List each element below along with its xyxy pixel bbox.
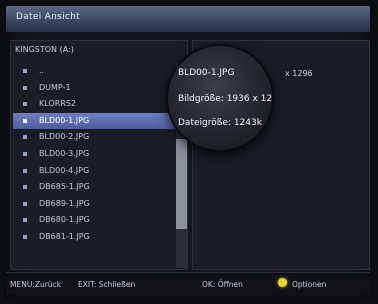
file-list-item[interactable]: DB685-1.JPG: [13, 179, 185, 196]
file-list-item[interactable]: KLORRS2: [13, 96, 185, 113]
file-name-label: BLD00-1.JPG: [178, 68, 235, 78]
file-list-item-label: KLORRS2: [39, 99, 76, 109]
file-list-item-label: BLD00-4.JPG: [39, 165, 90, 175]
file-list-item[interactable]: DB689-1.JPG: [13, 196, 185, 213]
file-list-item-label: DB689-1.JPG: [39, 198, 90, 208]
folder-icon: [23, 85, 27, 90]
magnifier-overlay: BLD00-1.JPG Bildgröße: 1936 x 12 Dateigr…: [168, 46, 272, 150]
file-list-item-label: BLD00-1.JPG: [39, 115, 90, 125]
image-file-icon: [23, 118, 27, 123]
image-file-icon: [23, 151, 27, 156]
image-file-icon: [23, 168, 27, 173]
image-file-icon: [23, 135, 27, 140]
file-list-item[interactable]: BLD00-1.JPG: [13, 112, 191, 130]
image-file-icon: [23, 201, 27, 206]
yellow-button-icon: [278, 278, 287, 287]
scrollbar-thumb[interactable]: [176, 139, 187, 229]
resolution-fragment: x 1296: [285, 69, 313, 78]
file-list-item[interactable]: DUMP-1: [13, 80, 185, 97]
file-list-item-label: BLD00-2.JPG: [39, 132, 90, 142]
file-list-item[interactable]: BLD00-2.JPG: [13, 129, 185, 146]
file-list-item[interactable]: ..: [13, 63, 185, 80]
exit-hint[interactable]: EXIT: Schließen: [78, 280, 135, 289]
file-list-item-label: DUMP-1: [39, 82, 71, 92]
image-file-icon: [23, 185, 27, 190]
file-list-item[interactable]: BLD00-3.JPG: [13, 146, 185, 163]
file-list[interactable]: .. DUMP-1 KLORRS2 BLD00-1.JPG BLD00-2.JPG BLD…: [13, 63, 191, 246]
file-list-panel: KINGSTON (A:) .. DUMP-1 KLORRS2 BLD00-1.JPG…: [10, 40, 191, 270]
file-list-item-label: BLD00-3.JPG: [39, 148, 90, 158]
file-list-item-label: ..: [39, 66, 45, 75]
file-list-item-label: DB680-1.JPG: [39, 215, 90, 225]
image-file-icon: [23, 234, 27, 239]
image-size-label: Bildgröße: 1936 x 12: [178, 94, 272, 104]
options-hint[interactable]: Optionen: [292, 280, 326, 289]
file-list-item[interactable]: BLD00-4.JPG: [13, 163, 185, 180]
file-size-label: Dateigröße: 1243k: [178, 118, 262, 128]
file-list-item-label: DB685-1.JPG: [39, 182, 90, 192]
window-title: Datei Ansicht: [16, 12, 81, 22]
status-bar: MENU:Zurück EXIT: Schließen OK: Öffnen O…: [6, 272, 370, 295]
menu-hint[interactable]: MENU:Zurück: [10, 280, 61, 289]
file-list-item[interactable]: DB681-1.JPG: [13, 229, 185, 246]
title-bar: Datei Ansicht: [6, 6, 370, 32]
folder-icon: [23, 102, 27, 107]
ok-hint[interactable]: OK: Öffnen: [202, 280, 243, 289]
file-list-item-label: DB681-1.JPG: [39, 231, 90, 241]
image-file-icon: [23, 218, 27, 223]
file-list-item[interactable]: DB680-1.JPG: [13, 212, 185, 229]
folder-icon: [23, 69, 27, 73]
drive-header: KINGSTON (A:): [15, 45, 74, 54]
